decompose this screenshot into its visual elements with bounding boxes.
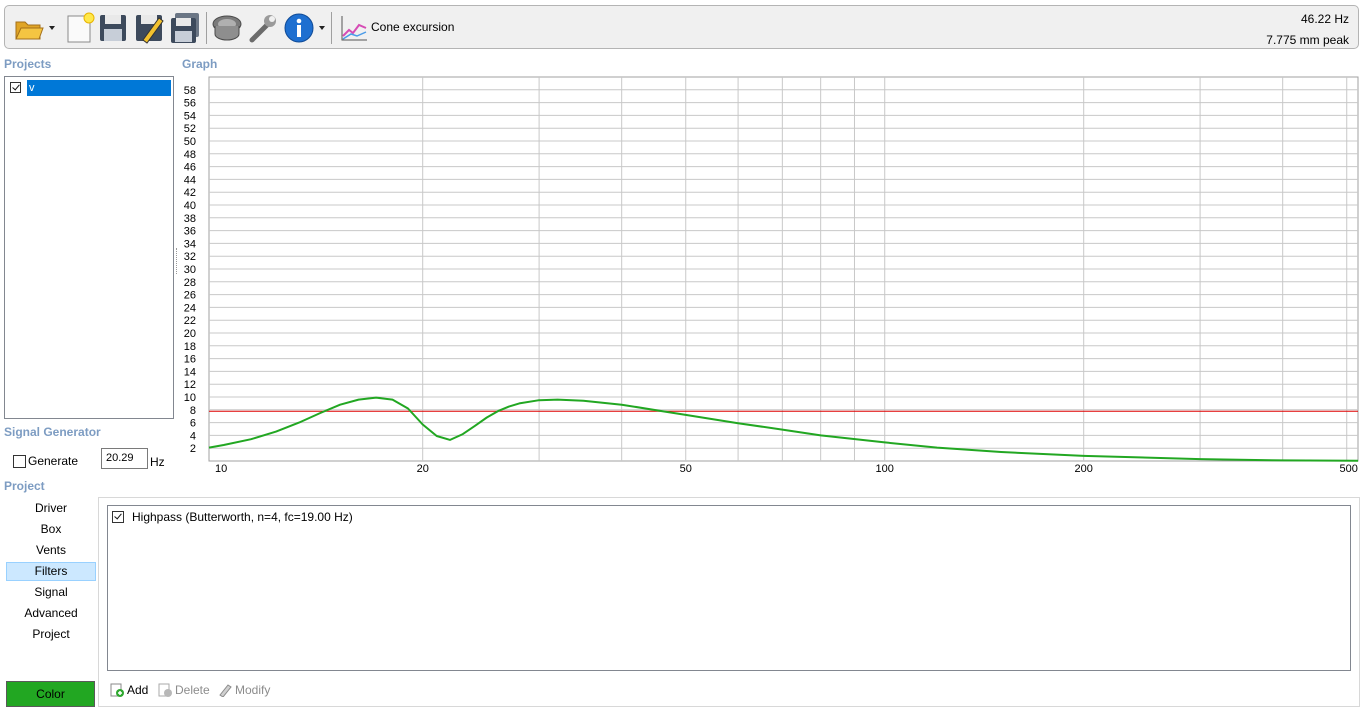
add-label: Add [127,683,149,697]
y-tick-label: 36 [184,226,196,238]
y-tick-label: 18 [184,341,196,353]
y-tick-label: 12 [184,379,196,391]
nav-driver[interactable]: Driver [6,499,96,518]
color-button[interactable]: Color [6,681,95,707]
nav-box[interactable]: Box [6,520,96,539]
y-tick-label: 52 [184,123,196,135]
y-tick-label: 24 [184,302,196,314]
filter-item[interactable]: Highpass (Butterworth, n=4, fc=19.00 Hz) [132,510,353,524]
modify-label: Modify [235,683,271,697]
frequency-unit: Hz [150,455,165,469]
nav-filters[interactable]: Filters [6,562,96,581]
y-tick-label: 6 [190,418,196,430]
add-icon [110,683,124,697]
y-tick-label: 32 [184,251,196,263]
y-tick-label: 20 [184,328,196,340]
y-tick-label: 16 [184,354,196,366]
generate-checkbox[interactable] [13,455,26,468]
filter-checkbox[interactable] [112,511,124,523]
y-tick-label: 46 [184,162,196,174]
y-tick-label: 2 [190,443,196,455]
y-tick-label: 10 [184,392,196,404]
y-tick-label: 34 [184,238,196,250]
x-tick-label: 100 [876,463,894,475]
x-tick-label: 20 [417,463,429,475]
delete-label: Delete [175,683,210,697]
nav-advanced[interactable]: Advanced [6,604,96,623]
y-tick-label: 28 [184,277,196,289]
y-tick-label: 22 [184,315,196,327]
y-tick-label: 50 [184,136,196,148]
y-tick-label: 48 [184,149,196,161]
frequency-input[interactable]: 20.29 [101,448,148,469]
add-button[interactable]: Add [110,683,148,697]
y-tick-label: 40 [184,200,196,212]
x-tick-label: 10 [215,463,227,475]
y-tick-label: 44 [184,174,196,186]
cone-excursion-chart[interactable]: 2468101214161820222426283032343638404244… [0,0,1365,490]
x-tick-label: 200 [1075,463,1093,475]
nav-vents[interactable]: Vents [6,541,96,560]
nav-project[interactable]: Project [6,625,96,644]
y-tick-label: 58 [184,85,196,97]
delete-button[interactable]: Delete [158,683,210,697]
nav-signal[interactable]: Signal [6,583,96,602]
signal-generator-title: Signal Generator [4,425,101,439]
delete-icon [158,683,172,697]
y-tick-label: 26 [184,290,196,302]
y-tick-label: 8 [190,405,196,417]
filters-list[interactable]: Highpass (Butterworth, n=4, fc=19.00 Hz) [107,505,1351,671]
x-tick-label: 500 [1340,463,1358,475]
y-tick-label: 54 [184,110,196,122]
modify-button[interactable]: Modify [218,683,270,697]
y-tick-label: 14 [184,366,196,378]
y-tick-label: 38 [184,213,196,225]
project-title: Project [4,479,45,493]
y-tick-label: 30 [184,264,196,276]
y-tick-label: 42 [184,187,196,199]
x-tick-label: 50 [680,463,692,475]
pencil-icon [219,684,232,697]
y-tick-label: 4 [190,430,196,442]
y-tick-label: 56 [184,98,196,110]
generate-label: Generate [28,454,79,468]
